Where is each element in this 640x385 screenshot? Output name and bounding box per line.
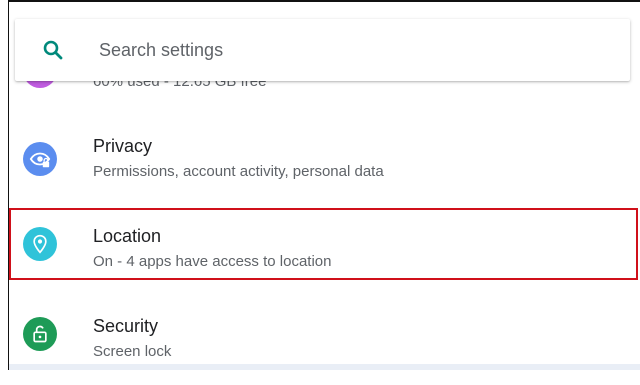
unlocked-padlock-icon [23, 317, 57, 351]
search-bar[interactable]: Search settings [15, 19, 630, 81]
settings-item-subtitle: Screen lock [93, 343, 172, 360]
settings-item-security[interactable]: Security Screen lock [9, 295, 640, 385]
settings-item-location[interactable]: Location On - 4 apps have access to loca… [9, 205, 640, 295]
search-input[interactable]: Search settings [99, 40, 223, 61]
settings-item-title: Security [93, 316, 159, 336]
settings-item-title: Privacy [93, 136, 153, 156]
settings-item-title: Location [93, 226, 162, 246]
location-pin-icon [23, 227, 57, 261]
search-icon [41, 38, 65, 62]
eye-lock-icon [23, 142, 57, 176]
window-frame-left [0, 0, 9, 370]
settings-item-subtitle: Permissions, account activity, personal … [93, 163, 384, 180]
settings-item-subtitle: On - 4 apps have access to location [93, 253, 332, 270]
bottom-divider [9, 364, 640, 370]
settings-item-privacy[interactable]: Privacy Permissions, account activity, p… [9, 115, 640, 205]
